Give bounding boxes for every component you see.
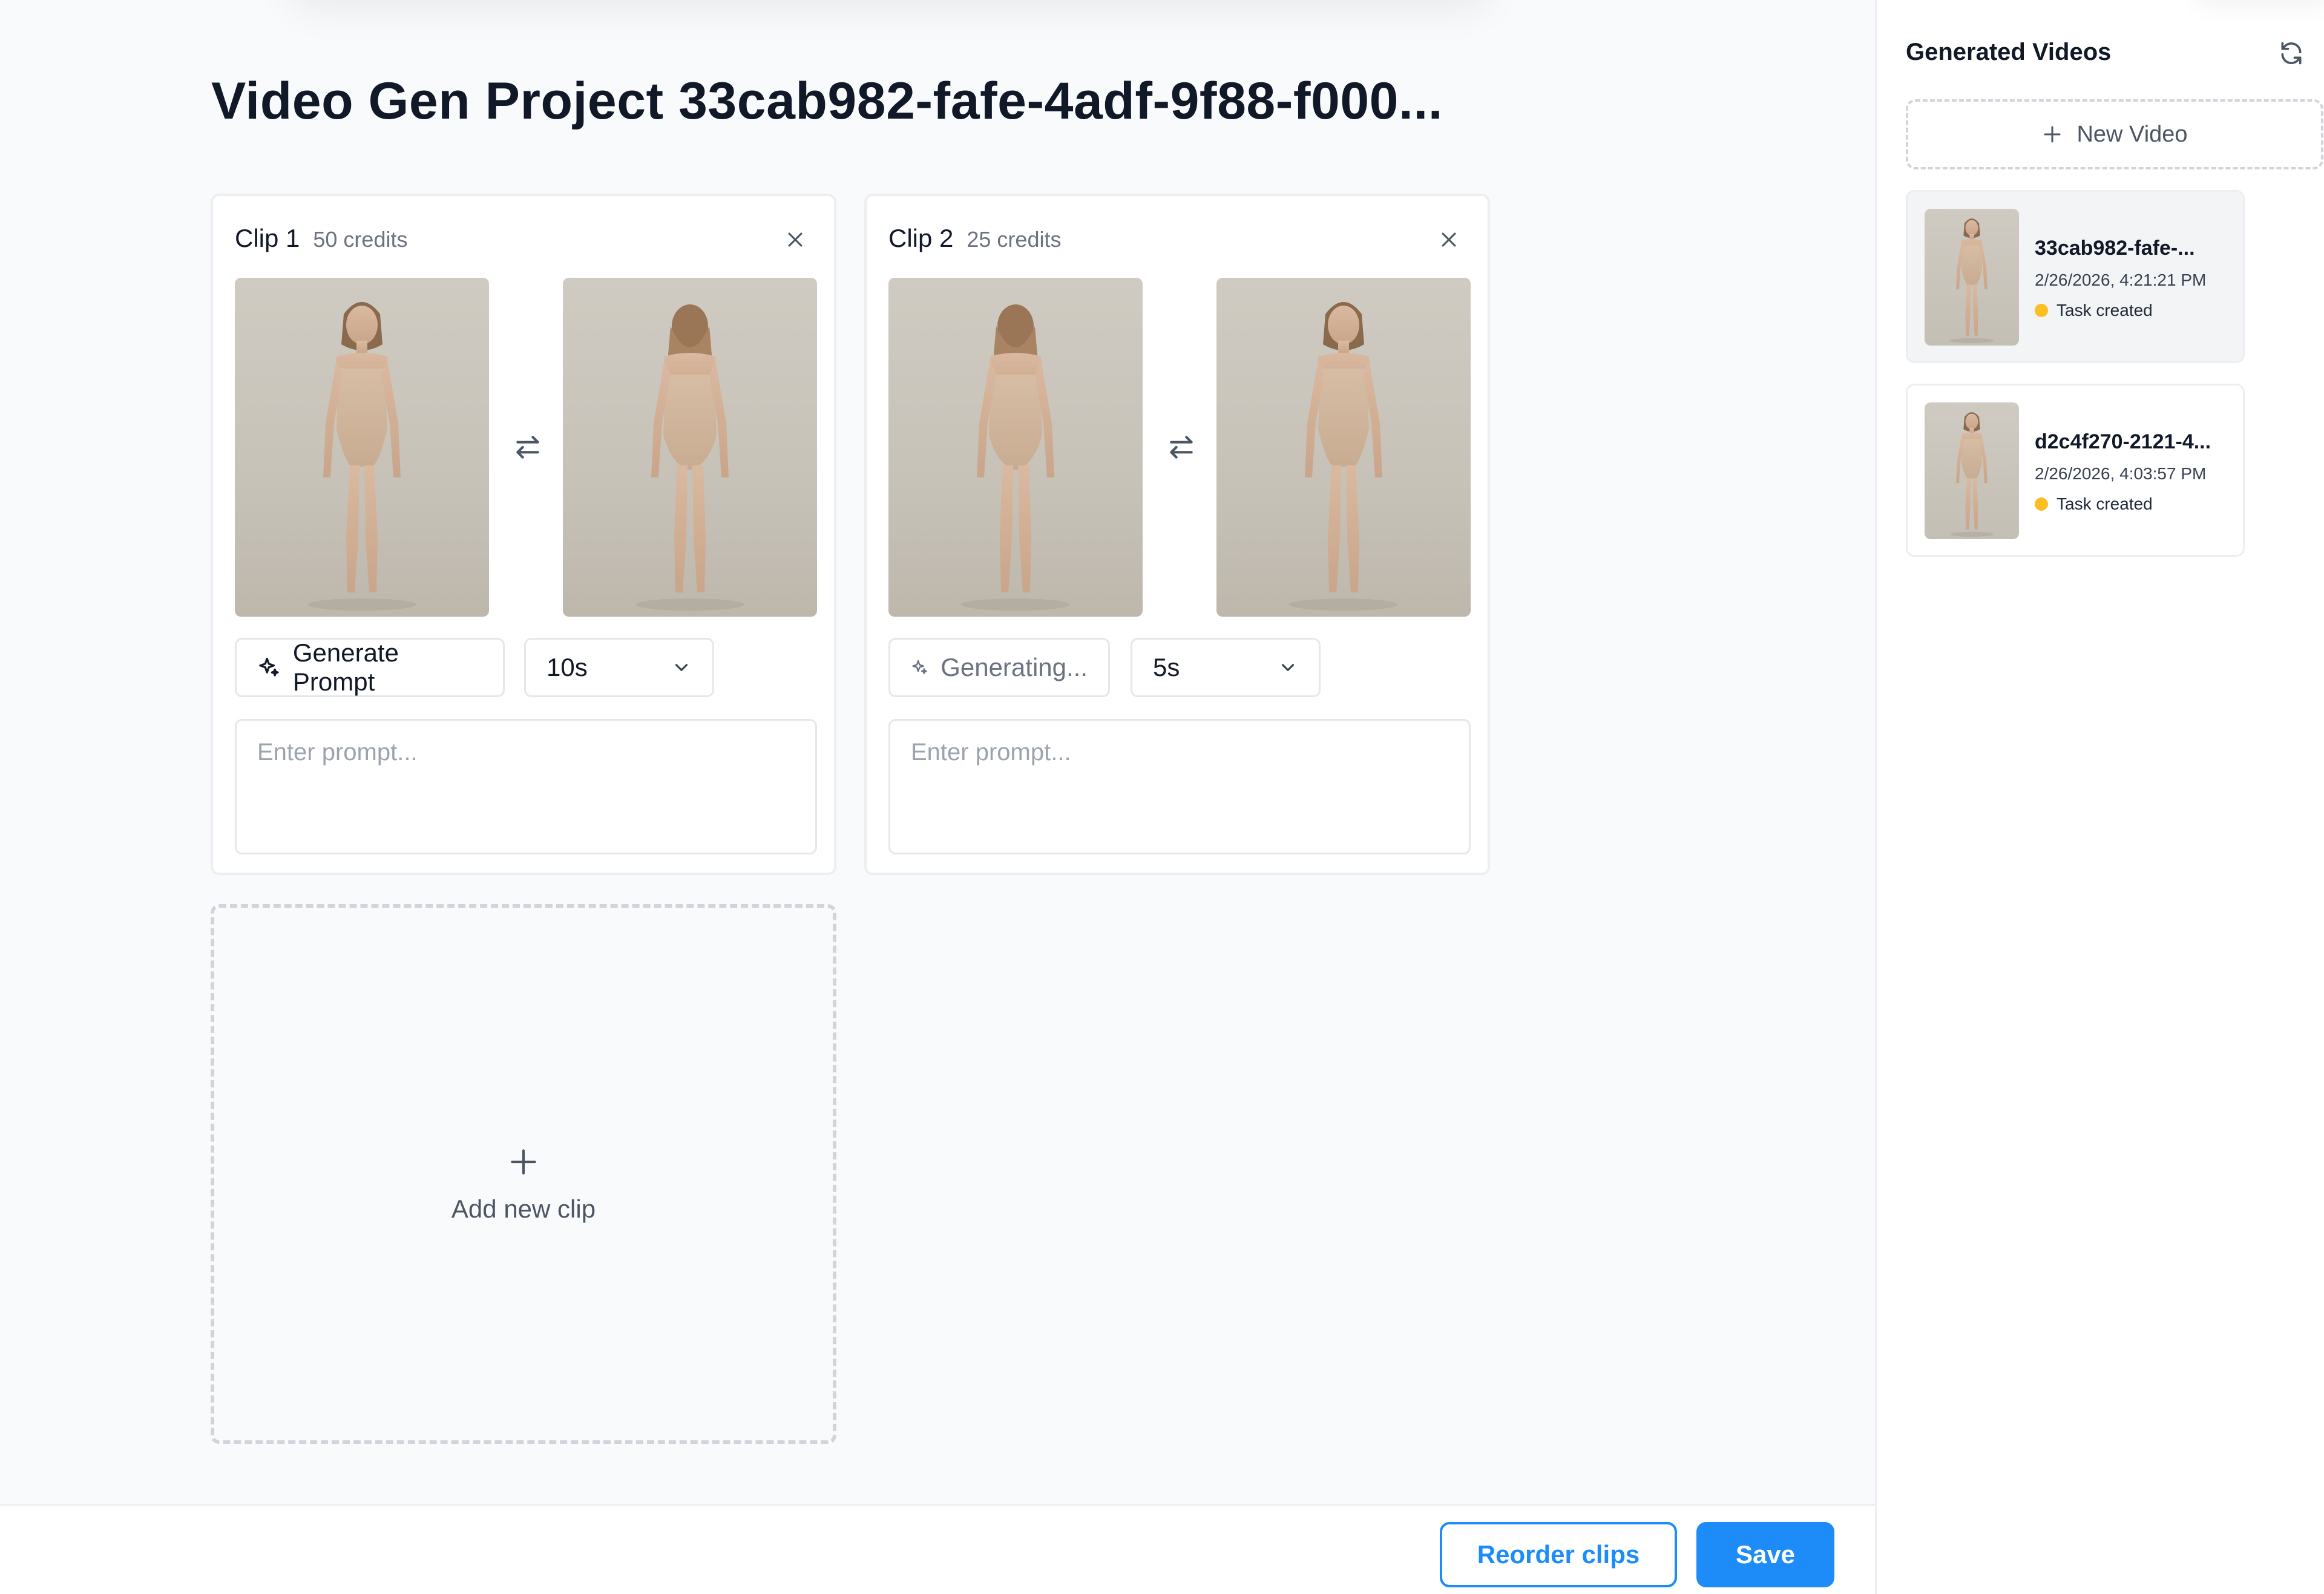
- video-thumbnail: [1925, 209, 2019, 346]
- new-video-label: New Video: [2076, 121, 2188, 147]
- video-date: 2/26/2026, 4:03:57 PM: [2035, 464, 2207, 483]
- start-frame-figure: [235, 278, 489, 617]
- generate-prompt-button[interactable]: Generating...: [888, 638, 1110, 697]
- start-frame-image[interactable]: [888, 278, 1143, 617]
- swap-arrows-icon: [516, 436, 539, 459]
- clip-credits: 50 credits: [313, 227, 408, 252]
- swap-arrows-icon: [1170, 436, 1193, 459]
- start-frame-image[interactable]: [235, 278, 489, 617]
- close-icon: [1442, 232, 1456, 247]
- save-button[interactable]: Save: [1696, 1522, 1834, 1587]
- refresh-button[interactable]: [2274, 36, 2308, 70]
- clip-card-2: Clip 2 25 credits Generating... 5s: [864, 194, 1490, 875]
- generated-videos-sidebar: Generated Videos New Video 33cab982-fafe…: [1875, 0, 2324, 1594]
- status-dot-icon: [2035, 304, 2048, 317]
- swap-frames-button[interactable]: [510, 429, 546, 465]
- prompt-input[interactable]: [888, 719, 1471, 854]
- new-video-button[interactable]: New Video: [1906, 99, 2323, 169]
- status-dot-icon: [2035, 497, 2048, 511]
- plus-icon: [2044, 126, 2061, 143]
- remove-clip-button[interactable]: [1437, 228, 1461, 252]
- swap-frames-button[interactable]: [1163, 429, 1200, 465]
- footer-bar: Reorder clips Save: [0, 1504, 1875, 1594]
- start-frame-figure: [888, 278, 1143, 617]
- video-status: Task created: [2035, 301, 2153, 320]
- clip-header: Clip 2 25 credits: [888, 224, 1061, 253]
- video-status-label: Task created: [2056, 494, 2153, 513]
- video-thumbnail-figure: [1925, 209, 2019, 346]
- sparkle-icon: [912, 660, 927, 674]
- close-icon: [788, 232, 803, 247]
- chevron-down-icon: [675, 664, 688, 671]
- end-frame-image[interactable]: [563, 278, 817, 617]
- video-status: Task created: [2035, 494, 2153, 514]
- video-name: 33cab982-fafe-...: [2035, 237, 2195, 260]
- duration-select[interactable]: 5s: [1131, 638, 1321, 697]
- duration-value: 5s: [1153, 653, 1180, 681]
- video-list-item[interactable]: 33cab982-fafe-... 2/26/2026, 4:21:21 PM …: [1906, 190, 2245, 363]
- reorder-clips-button[interactable]: Reorder clips: [1440, 1522, 1677, 1587]
- clip-card-1: Clip 1 50 credits Generate Prompt 10s: [211, 194, 836, 875]
- main-area: Video Gen Project 33cab982-fafe-4adf-9f8…: [0, 0, 1875, 1594]
- video-date: 2/26/2026, 4:21:21 PM: [2035, 271, 2207, 289]
- remove-clip-button[interactable]: [783, 228, 807, 252]
- video-thumbnail-figure: [1925, 402, 2019, 539]
- prompt-input[interactable]: [235, 719, 817, 854]
- add-clip-button[interactable]: Add new clip: [211, 904, 836, 1444]
- end-frame-figure: [563, 278, 817, 617]
- video-thumbnail: [1925, 402, 2019, 539]
- page-title: Video Gen Project 33cab982-fafe-4adf-9f8…: [211, 72, 1443, 130]
- video-name: d2c4f270-2121-4...: [2035, 430, 2211, 453]
- generate-prompt-label: Generate Prompt: [292, 638, 399, 696]
- plus-icon: [511, 1149, 536, 1175]
- clip-header: Clip 1 50 credits: [235, 224, 407, 253]
- sidebar-title: Generated Videos: [1906, 39, 2112, 65]
- clip-name: Clip 1: [235, 224, 300, 252]
- chevron-down-icon: [1281, 664, 1295, 671]
- generate-prompt-button[interactable]: Generate Prompt: [235, 638, 505, 697]
- video-status-label: Task created: [2056, 301, 2153, 320]
- sparkle-icon: [259, 657, 279, 677]
- generate-prompt-label: Generating...: [940, 653, 1088, 681]
- end-frame-figure: [1216, 278, 1471, 617]
- video-list-item[interactable]: d2c4f270-2121-4... 2/26/2026, 4:03:57 PM…: [1906, 384, 2245, 557]
- clip-name: Clip 2: [888, 224, 954, 252]
- clip-credits: 25 credits: [967, 227, 1062, 252]
- duration-select[interactable]: 10s: [524, 638, 714, 697]
- duration-value: 10s: [547, 653, 588, 681]
- add-clip-label: Add new clip: [451, 1195, 596, 1223]
- end-frame-image[interactable]: [1216, 278, 1471, 617]
- refresh-icon: [2281, 42, 2302, 65]
